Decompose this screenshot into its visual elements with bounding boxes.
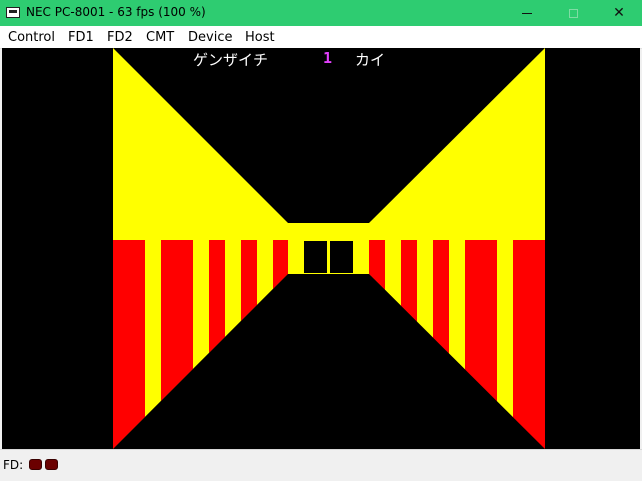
- dungeon-view: [113, 48, 545, 449]
- location-suffix: カイ: [355, 51, 386, 69]
- close-button[interactable]: ✕: [596, 0, 642, 26]
- far-wall: [288, 223, 369, 274]
- minimize-button[interactable]: [504, 0, 550, 26]
- fd2-led-indicator: [45, 459, 58, 470]
- right-upper-wall: [369, 48, 545, 240]
- fd-status-label: FD:: [3, 458, 24, 472]
- wall-stripe: [433, 240, 449, 354]
- wall-stripe: [113, 240, 145, 449]
- location-prefix: ゲンザイチ: [193, 51, 269, 69]
- menu-host[interactable]: Host: [245, 30, 275, 45]
- menu-cmt[interactable]: CMT: [146, 30, 174, 45]
- minimize-icon: [522, 12, 532, 14]
- fd1-led-indicator: [29, 459, 42, 470]
- far-door-left: [304, 241, 327, 273]
- floor-number: 1: [323, 49, 333, 67]
- emulator-window: NEC PC-8001 - 63 fps (100 %) ✕ Control F…: [0, 0, 642, 481]
- menu-fd1[interactable]: FD1: [68, 30, 94, 45]
- menu-bar: Control FD1 FD2 CMT Device Host: [0, 26, 642, 49]
- status-bar: FD:: [0, 449, 642, 481]
- title-bar[interactable]: NEC PC-8001 - 63 fps (100 %) ✕: [0, 0, 642, 26]
- emulator-screen[interactable]: ゲンザイチ 1 カイ: [2, 48, 640, 449]
- menu-device[interactable]: Device: [188, 30, 232, 45]
- window-title: NEC PC-8001 - 63 fps (100 %): [26, 5, 206, 19]
- far-door-right: [330, 241, 353, 273]
- left-upper-wall: [113, 48, 288, 240]
- maximize-button[interactable]: [550, 0, 596, 26]
- wall-stripe: [513, 240, 545, 449]
- app-icon[interactable]: [6, 7, 20, 18]
- maximize-icon: [568, 8, 578, 18]
- wall-stripe: [209, 240, 225, 353]
- menu-control[interactable]: Control: [8, 30, 55, 45]
- close-icon: ✕: [613, 5, 625, 21]
- menu-fd2[interactable]: FD2: [107, 30, 133, 45]
